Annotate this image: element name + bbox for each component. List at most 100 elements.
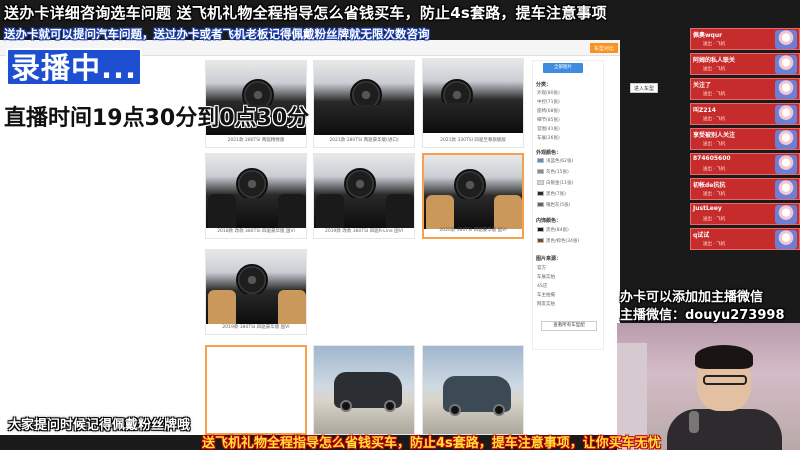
thumbnail-image: [423, 59, 523, 133]
chat-username: 初帐de抗抗: [693, 182, 726, 189]
view-all-button[interactable]: 全部图片: [543, 63, 583, 73]
thumbnail-3[interactable]: 2021款 330TSI 四驱至尊旗舰版: [422, 58, 524, 148]
thumbnail-10[interactable]: [422, 345, 524, 435]
interior-color-title: 内饰颜色：: [536, 218, 562, 224]
airplane-gift-icon: [775, 230, 797, 249]
thumbnail-image: [314, 346, 414, 434]
category-item[interactable]: 车展(26张): [537, 135, 560, 141]
chat-message: JustLeey 送出 · 飞机: [690, 203, 800, 225]
chat-gift-text: 送出 · 飞机: [703, 192, 726, 197]
interior-color-item[interactable]: 黑色(84张): [537, 227, 569, 233]
source-item[interactable]: 4S店: [537, 283, 547, 289]
thumbnail-caption: 2021款 330TSI 四驱至尊旗舰版: [440, 138, 506, 143]
filter-panel: 全部图片 分类： 外观(80张) 中控(71张) 座椅(68张) 细节(85张)…: [532, 60, 604, 350]
top-banner-text: 送办卡详细咨询选车问题 送飞机礼物全程指导怎么省钱买车，防止4s套路，提车注意事…: [4, 4, 607, 22]
color-swatch: [537, 238, 544, 243]
thumbnail-caption: 2021款 280TSI 两驱豪华版(进口): [329, 138, 399, 143]
chat-message: q试试 送出 · 飞机: [690, 228, 800, 250]
exterior-color-item[interactable]: 浅蓝色(62张): [537, 158, 573, 164]
airplane-gift-icon: [775, 30, 797, 49]
source-item[interactable]: 车主拍摄: [537, 292, 555, 298]
chat-username: 叫Z214: [693, 107, 716, 114]
thumbnail-caption: 2018款 改款 380TSI 四驱豪华版 国VI: [217, 229, 295, 234]
exterior-color-item[interactable]: 曜岩灰(5张): [537, 202, 570, 208]
thumbnail-caption: 2020款 380TSI 四驱豪华版 国VI: [439, 228, 507, 233]
wechat-line-1: 办卡可以添加加主播微信: [620, 290, 764, 305]
category-item[interactable]: 座椅(68张): [537, 108, 560, 114]
category-item[interactable]: 外观(80张): [537, 90, 560, 96]
chat-message: 关注了 送出 · 飞机: [690, 78, 800, 100]
chat-gift-text: 送出 · 飞机: [703, 117, 726, 122]
chat-username: 关注了: [693, 82, 712, 89]
thumbnail-image: [423, 346, 523, 434]
chat-username: JustLeey: [693, 205, 722, 212]
chat-gift-text: 送出 · 飞机: [703, 142, 726, 147]
category-title: 分类：: [536, 82, 552, 88]
color-swatch: [537, 202, 544, 207]
color-swatch: [537, 169, 544, 174]
thumbnail-image: [206, 154, 306, 228]
chat-message: 佩奥wqur 送出 · 飞机: [690, 28, 800, 50]
thumbnail-7[interactable]: 2019款 380TSI 四驱豪华版 国VI: [205, 249, 307, 335]
exterior-color-item[interactable]: 灰色(15张): [537, 169, 569, 175]
source-title: 图片来源：: [536, 256, 562, 262]
source-item[interactable]: 车展实拍: [537, 274, 555, 280]
airplane-gift-icon: [775, 105, 797, 124]
view-all-configs-button[interactable]: 查看所有车型配: [541, 321, 597, 331]
enter-model-button[interactable]: 进入车型: [630, 83, 659, 93]
chat-gift-text: 送出 · 飞机: [703, 167, 726, 172]
compare-button[interactable]: 车型对比: [590, 43, 619, 53]
thumbnail-caption: 2019款 改款 380TSI 四驱R-Line 国VI: [324, 229, 404, 234]
chat-message: 874605600 送出 · 飞机: [690, 153, 800, 175]
airplane-gift-icon: [775, 205, 797, 224]
chat-gift-text: 送出 · 飞机: [703, 42, 726, 47]
exterior-color-item[interactable]: 白银金(11张): [537, 180, 573, 186]
second-banner-text: 送办卡就可以提问汽车问题，送过办卡或者飞机老板记得佩戴粉丝牌就无限次数咨询: [4, 27, 430, 41]
interior-color-item[interactable]: 黑色/棕色(34张): [537, 238, 579, 244]
chat-message: 享受被别人关注 送出 · 飞机: [690, 128, 800, 150]
thumbnail-image: [424, 155, 522, 229]
thumbnail-5[interactable]: 2019款 改款 380TSI 四驱R-Line 国VI: [313, 153, 415, 239]
schedule-text: 直播时间19点30分到0点30分: [4, 106, 310, 131]
chat-message: 叫Z214 送出 · 飞机: [690, 103, 800, 125]
thumbnail-9[interactable]: [313, 345, 415, 435]
thumbnail-image: [314, 61, 414, 135]
streamer-webcam: [617, 323, 800, 450]
chat-message: 初帐de抗抗 送出 · 飞机: [690, 178, 800, 200]
chat-username: 874605600: [693, 155, 731, 162]
chat-gift-text: 送出 · 飞机: [703, 217, 726, 222]
color-swatch: [537, 227, 544, 232]
thumbnail-caption: 2019款 380TSI 四驱豪华版 国VI: [222, 325, 290, 330]
thumbnail-8-blank[interactable]: [205, 345, 307, 435]
thumbnail-6-selected[interactable]: 2020款 380TSI 四驱豪华版 国VI: [422, 153, 524, 239]
steering-wheel-icon: [236, 168, 268, 200]
glasses-icon: [703, 375, 747, 385]
thumbnail-caption: 2021款 280TSI 两驱精致版: [227, 138, 285, 143]
steering-wheel-icon: [344, 168, 376, 200]
recording-badge: 录播中...: [6, 48, 143, 86]
microphone-icon: [689, 411, 699, 433]
airplane-gift-icon: [775, 80, 797, 99]
color-swatch: [537, 158, 544, 163]
thumbnail-4[interactable]: 2018款 改款 380TSI 四驱豪华版 国VI: [205, 153, 307, 239]
chat-message: 阿姆的私人联关 送出 · 飞机: [690, 53, 800, 75]
chat-username: 佩奥wqur: [693, 32, 723, 39]
category-item[interactable]: 中控(71张): [537, 99, 560, 105]
exterior-color-item[interactable]: 黑色(7张): [537, 191, 566, 197]
source-item[interactable]: 网友实拍: [537, 301, 555, 307]
chat-username: q试试: [693, 232, 710, 239]
wechat-line-2: 主播微信：douyu273998: [620, 308, 785, 323]
source-item[interactable]: 官方: [537, 265, 546, 271]
chat-gift-text: 送出 · 飞机: [703, 92, 726, 97]
category-item[interactable]: 细节(85张): [537, 117, 560, 123]
airplane-gift-icon: [775, 180, 797, 199]
exterior-color-title: 外观颜色：: [536, 150, 562, 156]
airplane-gift-icon: [775, 55, 797, 74]
thumbnail-2[interactable]: 2021款 280TSI 两驱豪华版(进口): [313, 60, 415, 148]
category-item[interactable]: 官图(41张): [537, 126, 560, 132]
chat-username: 享受被别人关注: [693, 132, 736, 139]
bottom-banner-text: 送飞机礼物全程指导怎么省钱买车，防止4s套路，提车注意事项，让你买车无忧: [202, 436, 661, 450]
chat-username: 阿姆的私人联关: [693, 57, 736, 64]
steering-wheel-icon: [454, 169, 486, 201]
airplane-gift-icon: [775, 155, 797, 174]
